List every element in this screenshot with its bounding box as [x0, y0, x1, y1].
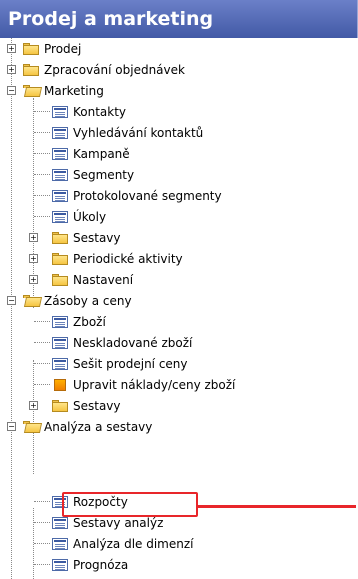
tree-line — [34, 153, 50, 154]
tree-item-zasoby-a-ceny[interactable]: − Zásoby a ceny — [0, 290, 132, 311]
tree-item-prodej[interactable]: + Prodej — [0, 38, 81, 59]
tree-line — [34, 342, 50, 343]
tree-line — [34, 111, 50, 112]
tree-line — [34, 543, 50, 544]
tree-item-analyza-dle-dimenzi[interactable]: Analýza dle dimenzí — [52, 533, 193, 554]
tree-item-label: Marketing — [44, 83, 104, 98]
list-page-icon — [52, 516, 68, 529]
tree-line — [34, 363, 50, 364]
pane-title: Prodej a marketing — [0, 0, 358, 38]
tree-item-label: Periodické aktivity — [73, 251, 183, 266]
collapse-icon[interactable]: − — [7, 422, 16, 431]
list-page-icon — [52, 336, 68, 349]
list-page-icon — [52, 189, 68, 202]
expand-icon[interactable]: + — [29, 401, 38, 410]
tree-item-nastaveni[interactable]: + Nastavení — [0, 269, 133, 290]
tree-item-label: Sestavy analýz — [73, 515, 164, 530]
tree-item-label: Sestavy — [73, 230, 121, 245]
tree-item-zpracovani-objednavek[interactable]: + Zpracování objednávek — [0, 59, 185, 80]
tree-item-vyhledavani-kontaktu[interactable]: Vyhledávání kontaktů — [52, 122, 203, 143]
tree-item-prognoza[interactable]: Prognóza — [52, 554, 128, 575]
folder-icon — [23, 63, 39, 76]
tree-line — [34, 216, 50, 217]
list-page-icon — [52, 168, 68, 181]
tree-item-label: Neskladované zboží — [73, 335, 193, 350]
list-page-icon — [52, 147, 68, 160]
tree-item-label: Prognóza — [73, 557, 129, 572]
open-folder-icon — [23, 84, 43, 97]
tree-item-label: Sešit prodejní ceny — [73, 356, 188, 371]
tree-item-sesit-prodejni-ceny[interactable]: Sešit prodejní ceny — [52, 353, 188, 374]
tree-line — [34, 321, 50, 322]
tree-item-label: Prodej — [44, 41, 82, 56]
tree-item-ukoly[interactable]: Úkoly — [52, 206, 106, 227]
tree-item-label: Zásoby a ceny — [44, 293, 132, 308]
tree-item-label: Vyhledávání kontaktů — [73, 125, 204, 140]
tree-line — [34, 174, 50, 175]
list-page-icon — [52, 357, 68, 370]
folder-icon — [23, 42, 39, 55]
tree-item-protokolovane-segmenty[interactable]: Protokolované segmenty — [52, 185, 222, 206]
task-icon — [54, 378, 66, 391]
tree-item-label: Kontakty — [73, 104, 127, 119]
tree-item-label: Zpracování objednávek — [44, 62, 185, 77]
collapse-icon[interactable]: − — [7, 296, 16, 305]
tree-line — [34, 384, 50, 385]
open-folder-icon — [23, 294, 43, 307]
tree-item-periodicke-aktivity[interactable]: + Periodické aktivity — [0, 248, 183, 269]
tree-item-sestavy-zasoby[interactable]: + Sestavy — [0, 395, 121, 416]
tree-item-label: Upravit náklady/ceny zboží — [73, 377, 236, 392]
tree-item-kontakty[interactable]: Kontakty — [52, 101, 126, 122]
list-page-icon — [52, 537, 68, 550]
folder-icon — [52, 273, 68, 286]
pointer-line — [198, 505, 356, 508]
tree-item-zbozi[interactable]: Zboží — [52, 311, 106, 332]
tree-item-marketing[interactable]: − Marketing — [0, 80, 104, 101]
list-page-icon — [52, 315, 68, 328]
tree-item-upravit-naklady[interactable]: Upravit náklady/ceny zboží — [52, 374, 235, 395]
expand-icon[interactable]: + — [29, 254, 38, 263]
tree-line — [34, 564, 50, 565]
folder-icon — [52, 231, 68, 244]
highlight-box — [62, 492, 198, 517]
open-folder-icon — [23, 420, 43, 433]
tree-item-label: Analýza dle dimenzí — [73, 536, 194, 551]
tree-item-label: Segmenty — [73, 167, 135, 182]
tree-item-label: Analýza a sestavy — [44, 419, 153, 434]
navigation-pane: Prodej a marketing + Prodej + Zpracování… — [0, 0, 358, 579]
tree-item-label: Kampaně — [73, 146, 130, 161]
expand-icon[interactable]: + — [7, 44, 16, 53]
tree-item-kampane[interactable]: Kampaně — [52, 143, 130, 164]
expand-icon[interactable]: + — [7, 65, 16, 74]
tree-line — [34, 522, 50, 523]
folder-icon — [52, 399, 68, 412]
expand-icon[interactable]: + — [29, 233, 38, 242]
tree-line — [34, 195, 50, 196]
tree-item-neskladovane-zbozi[interactable]: Neskladované zboží — [52, 332, 192, 353]
tree-item-label: Nastavení — [73, 272, 134, 287]
tree-item-analyza-a-sestavy[interactable]: − Analýza a sestavy — [0, 416, 152, 437]
tree-item-label: Úkoly — [73, 209, 107, 224]
tree-item-label: Zboží — [73, 314, 106, 329]
list-page-icon — [52, 126, 68, 139]
collapse-icon[interactable]: − — [7, 86, 16, 95]
tree-item-label: Sestavy — [73, 398, 121, 413]
list-page-icon — [52, 210, 68, 223]
list-page-icon — [52, 558, 68, 571]
tree-line — [34, 132, 50, 133]
expand-icon[interactable]: + — [29, 275, 38, 284]
list-page-icon — [52, 105, 68, 118]
tree-item-segmenty[interactable]: Segmenty — [52, 164, 134, 185]
tree-item-sestavy-marketing[interactable]: + Sestavy — [0, 227, 121, 248]
tree-line — [34, 501, 50, 502]
folder-icon — [52, 252, 68, 265]
tree-item-label: Protokolované segmenty — [73, 188, 222, 203]
